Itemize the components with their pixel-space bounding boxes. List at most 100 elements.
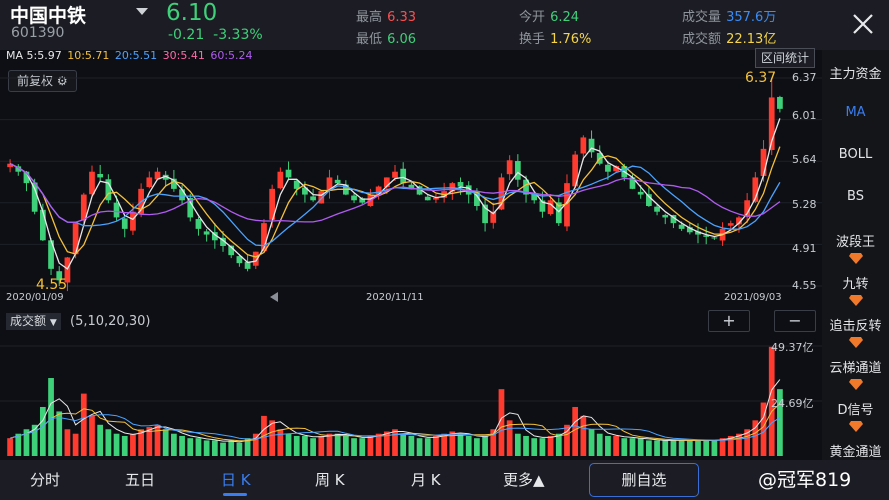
candle-body (654, 206, 660, 212)
candle-body (711, 237, 718, 239)
candle-body (203, 231, 210, 235)
tab-week-k[interactable]: 周 K (315, 469, 345, 490)
min-price-label: 4.55 (36, 277, 68, 293)
stock-name: 中国中铁 (10, 5, 87, 27)
quote-high: 最高 6.33 (356, 6, 416, 25)
indicator-d-signal[interactable]: D信号 (822, 399, 889, 418)
volume-bar (523, 435, 529, 456)
indicator-ma[interactable]: MA (822, 105, 889, 120)
indicator-bs[interactable]: BS (822, 189, 889, 204)
candle-body (39, 209, 46, 241)
candle-body (277, 171, 284, 189)
quote-turnover: 换手 1.76% (519, 28, 591, 47)
volume-bar (400, 433, 407, 456)
volume-bar (203, 440, 210, 456)
volume-bar (72, 433, 79, 456)
volume-indicator-label: 成交额 (10, 314, 47, 328)
volume-bar (531, 438, 538, 456)
candle-body (547, 200, 554, 215)
y-tick: 6.01 (792, 109, 817, 122)
indicator-main-fund[interactable]: 主力资金 (822, 63, 889, 82)
candle-body (760, 148, 767, 176)
quote-value: 1.76% (550, 32, 592, 47)
volume-bar (342, 435, 349, 456)
volume-bar (367, 435, 374, 456)
diamond-icon (849, 421, 863, 432)
close-icon[interactable] (850, 11, 876, 37)
indicator-reversal[interactable]: 追击反转 (822, 315, 889, 334)
tab-month-k[interactable]: 月 K (411, 469, 441, 490)
candle-body (89, 171, 95, 195)
candle-body (777, 96, 783, 109)
quote-open: 今开 6.24 (519, 6, 579, 25)
volume-bar (596, 433, 603, 456)
diamond-icon (849, 295, 863, 306)
volume-indicator-dropdown[interactable]: 成交额 ▼ (6, 313, 61, 330)
zoom-in-button[interactable]: + (708, 310, 750, 332)
quote-low: 最低 6.06 (356, 28, 416, 47)
volume-bar (228, 440, 235, 456)
candle-body (310, 196, 316, 201)
y-tick: 5.64 (792, 153, 817, 166)
candle-body (146, 177, 153, 188)
triangle-down-icon: ▼ (49, 318, 57, 328)
remove-watchlist-button[interactable]: 删自选 (589, 463, 699, 497)
candle-body (514, 161, 521, 180)
quote-label: 成交额 (682, 32, 722, 47)
volume-bar (392, 429, 398, 456)
chevron-down-icon[interactable] (136, 8, 148, 15)
x-date-label: 2020/11/11 (366, 292, 424, 303)
volume-bar (465, 435, 472, 456)
volume-bar (547, 435, 554, 456)
tab-day-k[interactable]: 日 K (221, 469, 251, 490)
volume-bar (252, 433, 259, 456)
quote-label: 成交量 (682, 10, 722, 25)
zoom-out-button[interactable]: − (774, 310, 816, 332)
tab-more[interactable]: 更多▲ (503, 469, 545, 490)
volume-bar (375, 433, 382, 456)
volume-bar (171, 433, 177, 456)
volume-bar (416, 438, 423, 456)
scroll-left-icon[interactable] (270, 292, 278, 302)
candle-body (72, 223, 79, 255)
x-date-label: 2021/09/03 (724, 292, 782, 303)
volume-bar (695, 440, 701, 456)
active-tab-indicator (223, 493, 247, 496)
candle-body (424, 196, 431, 201)
indicator-wave-king[interactable]: 波段王 (822, 231, 889, 250)
quote-value: 6.33 (387, 10, 417, 25)
indicator-ladder-channel[interactable]: 云梯通道 (822, 357, 889, 376)
volume-bar (211, 440, 218, 456)
volume-bar (220, 442, 226, 456)
candle-body (678, 224, 685, 229)
volume-bar (277, 429, 284, 456)
tab-five-day[interactable]: 五日 (125, 469, 155, 490)
volume-bar (613, 435, 619, 456)
volume-bar (195, 438, 202, 456)
candle-body (506, 160, 513, 175)
volume-bar (39, 406, 46, 456)
candle-body (334, 179, 341, 184)
indicator-nine-turn[interactable]: 九转 (822, 273, 889, 292)
volume-bar (130, 433, 136, 456)
volume-bar (637, 438, 644, 456)
candle-body (179, 189, 185, 201)
y-tick: 4.91 (792, 242, 817, 255)
tab-intraday[interactable]: 分时 (30, 469, 60, 490)
volume-bar (629, 438, 636, 456)
y-tick: 6.37 (792, 71, 817, 84)
volume-bar (670, 440, 677, 456)
volume-tick-mid: 24.69亿 (771, 397, 814, 410)
indicator-boll[interactable]: BOLL (822, 147, 889, 162)
quote-label: 换手 (519, 32, 546, 47)
indicator-gold-channel[interactable]: 黄金通道 (822, 441, 889, 460)
volume-bar (474, 438, 480, 456)
volume-bar (97, 424, 104, 456)
candle-body (637, 191, 644, 195)
volume-bar (64, 429, 71, 456)
kline-chart[interactable] (0, 58, 822, 308)
volume-bar (7, 438, 13, 456)
quote-value: 22.13亿 (726, 32, 777, 47)
candle-body (113, 202, 120, 218)
volume-bar (736, 433, 742, 456)
